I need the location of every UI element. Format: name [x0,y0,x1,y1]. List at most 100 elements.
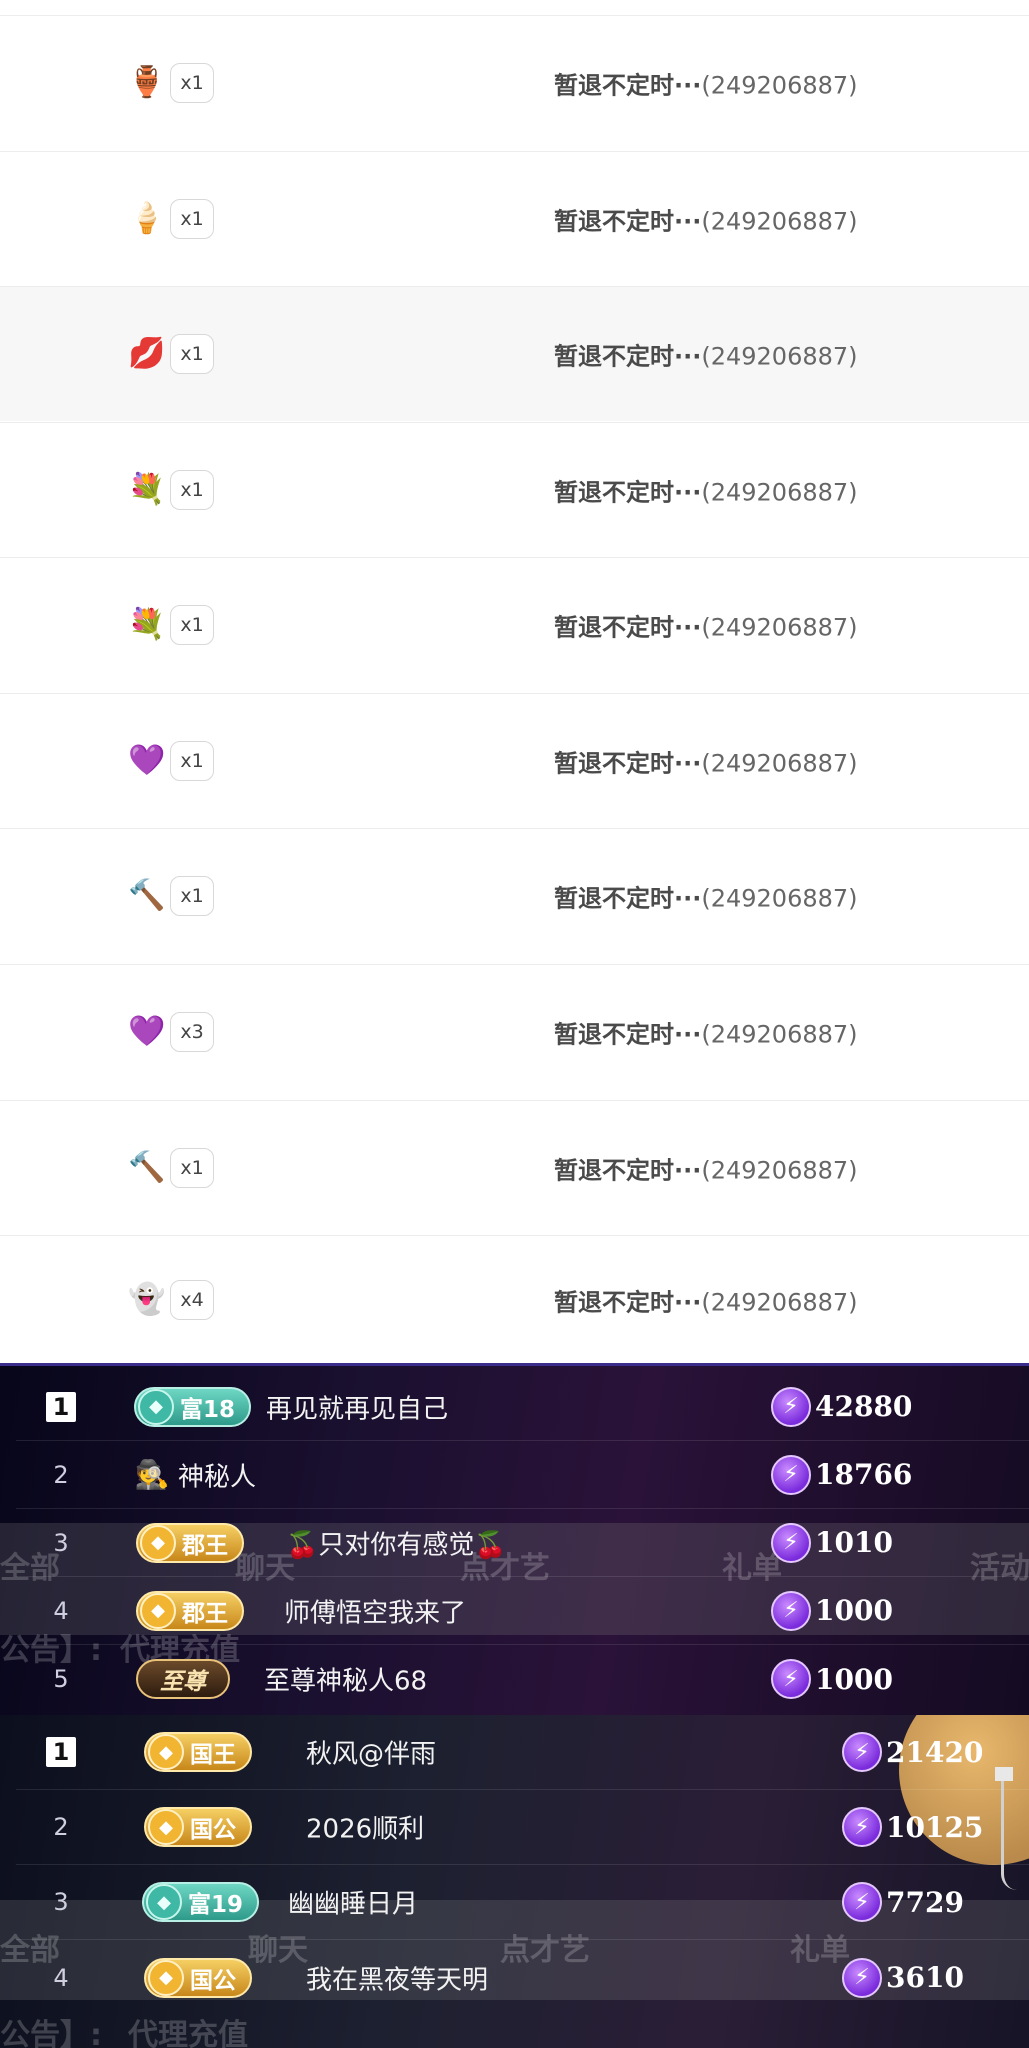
lightning-icon: ⚡ [842,1882,882,1922]
gift-record-row[interactable]: 🏺 x1 暂退不定时···(249206887) [0,15,1029,150]
noble-rank-badge: ◆ 国王 [144,1732,252,1772]
wealth-level-badge: ◆ 富18 [134,1386,252,1427]
lightning-icon: ⚡ [771,1522,811,1563]
gift-receiver[interactable]: 暂退不定时···(249206887) [554,202,858,237]
ranking-row[interactable]: 2 ◆ 国公 2026顺利 ⚡ 10125 [16,1790,1029,1865]
rank-number: 5 [53,1665,69,1693]
gift-receiver[interactable]: 暂退不定时···(249206887) [554,1282,858,1317]
gift-record-row[interactable]: 💜 x3 暂退不定时···(249206887) [0,964,1029,1099]
user-name[interactable]: 至尊神秘人68 [264,1661,427,1698]
score-value: 18766 [815,1458,913,1491]
user-name[interactable]: 再见就再见自己 [266,1388,448,1425]
gift-record-row[interactable]: 💋 x1 暂退不定时···(249206887) [0,286,1029,421]
panel-divider [0,1363,1029,1366]
receiver-id: (249206887) [701,1288,858,1316]
receiver-id: (249206887) [701,1020,858,1049]
ranking-row[interactable]: 1 ◆ 国王 秋风@伴雨 ⚡ 21420 [16,1715,1029,1790]
ghost-balloon-icon: 👻 [128,1281,166,1317]
score: ⚡ 1000 [771,1659,893,1699]
flower-bouquet-icon: 💐 [128,472,166,507]
gift-record-row[interactable]: 🍦 x1 暂退不定时···(249206887) [0,151,1029,286]
receiver-id: (249206887) [701,1156,858,1185]
ranking-panel: 全部 聊天 点才艺 礼单 活动 公告】: 代理充值 1 ◆ 富18 再见就再见自己… [0,1363,1029,1715]
receiver-name: 暂退不定时··· [554,342,702,371]
ranking-row[interactable]: 2 🕵 神秘人 ⚡ 18766 [16,1441,1029,1509]
ranking-row[interactable]: 3 ◆ 郡王 🍒只对你有感觉🍒 ⚡ 1010 [16,1509,1029,1577]
badge-label: 国公 [190,1967,236,1994]
heart-gift-icon: 💜 [128,743,166,778]
noble-rank-badge: ◆ 郡王 [136,1522,244,1563]
gift-record-row[interactable]: 🔨 x1 暂退不定时···(249206887) [0,828,1029,963]
gift-count-badge: x1 [170,199,214,239]
ranking-panel: 全部 聊天 点才艺 礼单 公告】: 代理充值 1 ◆ 国王 秋风@伴雨 ⚡ 2142… [0,1715,1029,2048]
gift-record-row[interactable]: 💐 x1 暂退不定时···(249206887) [0,557,1029,692]
badge-label: 富18 [180,1396,236,1423]
score-value: 3610 [886,1961,964,1994]
receiver-name: 暂退不定时··· [554,71,702,100]
lightning-icon: ⚡ [771,1590,811,1631]
gift-count-badge: x4 [170,1279,214,1320]
user-name[interactable]: 幽幽睡日月 [288,1884,418,1921]
ranking-row[interactable]: 4 ◆ 郡王 师傅悟空我来了 ⚡ 1000 [16,1577,1029,1645]
gift-receiver[interactable]: 暂退不定时···(249206887) [554,473,858,508]
badge-label: 富19 [188,1892,244,1918]
gift-receiver[interactable]: 暂退不定时···(249206887) [554,1015,858,1050]
heart-gift-icon: 💜 [128,1014,166,1049]
gift-record-row[interactable]: 👻 x4 暂退不定时···(249206887) [0,1235,1029,1363]
receiver-name: 暂退不定时··· [554,613,702,642]
score: ⚡ 1000 [771,1590,893,1631]
lightning-icon: ⚡ [842,1807,882,1847]
rank-number: 4 [53,1596,69,1625]
kiss-lips-icon: 💋 [128,336,166,371]
user-name[interactable]: 秋风@伴雨 [306,1734,436,1771]
score-value: 10125 [886,1810,984,1844]
diamond-icon: ◆ [138,1388,174,1425]
diamond-icon: ◆ [146,1884,182,1920]
user-name[interactable]: 神秘人 [178,1456,256,1493]
score-value: 1000 [815,1662,893,1696]
gift-receiver[interactable]: 暂退不定时···(249206887) [554,337,858,372]
gift-receiver[interactable]: 暂退不定时···(249206887) [554,744,858,779]
rank-number: 2 [53,1460,69,1489]
diamond-icon: ◆ [148,1809,184,1845]
ranking-row[interactable]: 3 ◆ 富19 幽幽睡日月 ⚡ 7729 [16,1865,1029,1940]
supreme-badge: 至尊 [136,1659,230,1699]
diamond-icon: ◆ [140,1592,176,1629]
receiver-id: (249206887) [701,749,858,778]
receiver-id: (249206887) [701,884,858,913]
user-name[interactable]: 我在黑夜等天明 [306,1959,488,1996]
gift-record-list: 🏺 x1 暂退不定时···(249206887) 🍦 x1 暂退不定时···(2… [0,0,1029,1363]
score: ⚡ 7729 [842,1882,964,1922]
ranking-row[interactable]: 4 ◆ 国公 我在黑夜等天明 ⚡ 3610 [16,1940,1029,2015]
score-value: 21420 [886,1735,984,1769]
gift-record-row[interactable]: 💐 x1 暂退不定时···(249206887) [0,422,1029,557]
gift-receiver[interactable]: 暂退不定时···(249206887) [554,66,858,101]
gift-record-row[interactable]: 💜 x1 暂退不定时···(249206887) [0,693,1029,828]
diamond-icon: ◆ [148,1959,184,1996]
receiver-id: (249206887) [701,613,858,642]
gift-count-badge: x1 [170,470,214,510]
ranking-row[interactable]: 1 ◆ 富18 再见就再见自己 ⚡ 42880 [16,1373,1029,1441]
score: ⚡ 18766 [771,1454,913,1495]
noble-rank-badge: ◆ 国公 [144,1957,252,1998]
gift-record-row[interactable]: 🔨 x1 暂退不定时···(249206887) [0,1100,1029,1235]
lightning-icon: ⚡ [842,1957,882,1998]
rank-number: 1 [46,1391,76,1422]
gift-receiver[interactable]: 暂退不定时···(249206887) [554,879,858,914]
wealth-level-badge: ◆ 富19 [142,1882,260,1922]
gift-receiver[interactable]: 暂退不定时···(249206887) [554,608,858,643]
badge-label: 国王 [190,1742,236,1768]
user-name[interactable]: 2026顺利 [306,1809,424,1846]
ranking-row[interactable]: 5 至尊 至尊神秘人68 ⚡ 1000 [16,1645,1029,1713]
user-name[interactable]: 师傅悟空我来了 [284,1592,466,1629]
gift-receiver[interactable]: 暂退不定时···(249206887) [554,1151,858,1186]
score: ⚡ 3610 [842,1957,964,1998]
user-name[interactable]: 🍒只对你有感觉🍒 [286,1524,507,1561]
noble-rank-badge: ◆ 国公 [144,1807,252,1847]
gift-count-badge: x3 [170,1012,214,1052]
score: ⚡ 10125 [842,1807,983,1847]
rank-number: 3 [53,1888,69,1916]
badge-label: 郡王 [182,1600,228,1627]
score: ⚡ 42880 [771,1386,912,1427]
receiver-name: 暂退不定时··· [554,884,702,913]
